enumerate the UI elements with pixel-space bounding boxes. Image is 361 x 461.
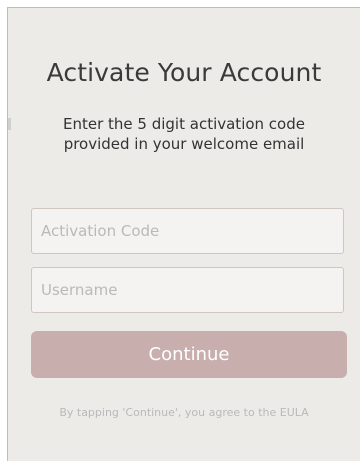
eula-notice: By tapping 'Continue', you agree to the … (59, 406, 309, 419)
instructions-text: Enter the 5 digit activation code provid… (8, 114, 360, 154)
instructions-line-2: provided in your welcome email (63, 135, 305, 153)
username-input[interactable] (31, 267, 344, 313)
instructions-line-1: Enter the 5 digit activation code (63, 115, 305, 133)
activation-code-input[interactable] (31, 208, 344, 254)
activation-screen: Activate Your Account Enter the 5 digit … (7, 7, 360, 461)
page-title: Activate Your Account (46, 58, 322, 87)
continue-button[interactable]: Continue (31, 331, 347, 378)
